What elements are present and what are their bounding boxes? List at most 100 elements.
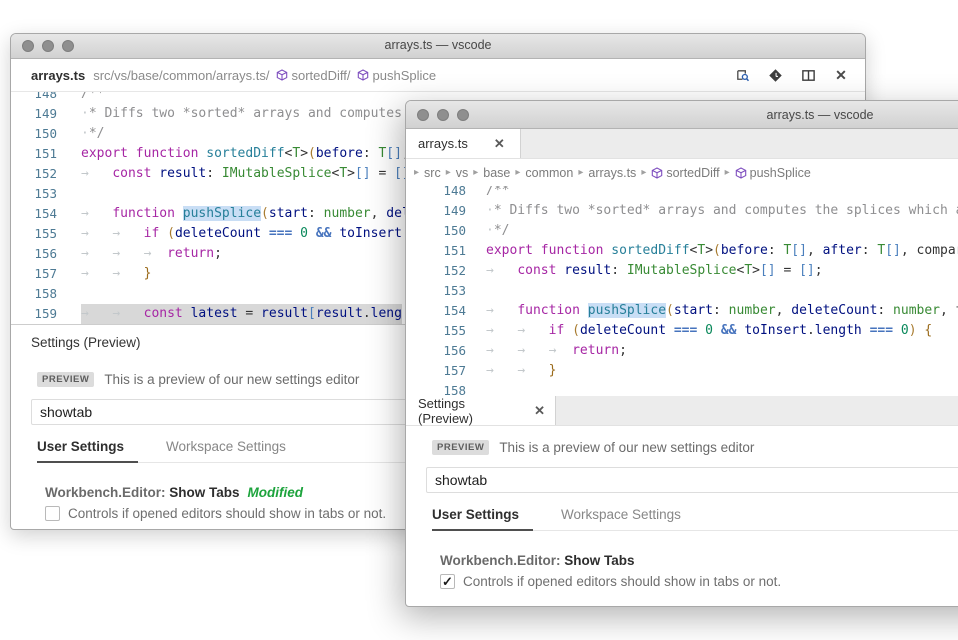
tab-close-icon[interactable]: ✕: [494, 136, 505, 152]
path-segment[interactable]: sortedDiff/: [292, 68, 351, 83]
line-number: 156: [11, 244, 57, 264]
chevron-right-icon: ▸: [641, 167, 646, 178]
editor-tab-bar: arrays.ts ✕: [406, 129, 958, 159]
tab-user-settings[interactable]: User Settings: [432, 507, 533, 531]
code-line: 150·*/: [406, 221, 958, 241]
line-content: /**: [466, 186, 509, 201]
breadcrumb-item[interactable]: pushSplice: [735, 166, 811, 180]
line-content: → → }: [466, 361, 556, 381]
show-tabs-checkbox[interactable]: ✓: [440, 574, 455, 589]
split-editor-icon[interactable]: [800, 67, 816, 83]
code-line: 152→ const result: IMutableSplice<T>[] =…: [406, 261, 958, 281]
titlebar[interactable]: arrays.ts — vscode: [406, 101, 958, 129]
chevron-right-icon: ▸: [515, 167, 520, 178]
path-segment[interactable]: pushSplice: [373, 68, 437, 83]
window-title: arrays.ts — vscode: [406, 108, 958, 122]
line-content: → → → return;: [466, 341, 627, 361]
show-tabs-checkbox[interactable]: [45, 506, 60, 521]
settings-search-input[interactable]: [426, 467, 958, 493]
line-number: 158: [11, 284, 57, 304]
line-number: 151: [11, 144, 57, 164]
tab-arrays-ts[interactable]: arrays.ts ✕: [406, 129, 521, 158]
vscode-window-front: arrays.ts — vscode arrays.ts ✕ ▸ src ▸ vs ▸ b…: [405, 100, 958, 607]
setting-description: Controls if opened editors should show i…: [68, 506, 386, 521]
line-content: [57, 284, 81, 304]
setting-name: Show Tabs: [169, 485, 239, 500]
line-content: → → if (deleteCount === 0 && toInsert.le…: [466, 321, 932, 341]
chevron-right-icon: ▸: [578, 167, 583, 178]
code-line: 151export function sortedDiff<T>(before:…: [406, 241, 958, 261]
settings-scope-tabs: User Settings Workspace Settings: [432, 507, 958, 531]
line-number: 149: [406, 201, 466, 221]
code-line: 154→ function pushSplice(start: number, …: [406, 301, 958, 321]
line-content: [57, 184, 81, 204]
line-number: 159: [11, 304, 57, 324]
tab-label: arrays.ts: [418, 136, 468, 151]
line-content: ·* Diffs two *sorted* arrays and compute…: [466, 201, 958, 221]
line-content: /**: [57, 92, 104, 104]
tab-user-settings[interactable]: User Settings: [37, 439, 138, 463]
code-line: 155→ → if (deleteCount === 0 && toInsert…: [406, 321, 958, 341]
tab-close-icon[interactable]: ✕: [534, 403, 545, 419]
code-editor[interactable]: 148/**149·* Diffs two *sorted* arrays an…: [406, 186, 958, 396]
line-number: 154: [11, 204, 57, 224]
breadcrumb-item[interactable]: src: [424, 166, 441, 180]
breadcrumb-item[interactable]: base: [483, 166, 510, 180]
preview-message: This is a preview of our new settings ed…: [104, 372, 359, 387]
setting-category: Workbench.Editor:: [45, 485, 166, 500]
breadcrumb-item[interactable]: sortedDiff: [651, 166, 719, 180]
preview-message: This is a preview of our new settings ed…: [499, 440, 754, 455]
line-number: 157: [406, 361, 466, 381]
chevron-right-icon: ▸: [725, 167, 730, 178]
breadcrumb-item[interactable]: vs: [456, 166, 469, 180]
editor-actions: ✕: [734, 67, 849, 83]
line-number: 157: [11, 264, 57, 284]
tab-settings-preview[interactable]: Settings (Preview) ✕: [406, 396, 556, 425]
line-number: 158: [406, 381, 466, 396]
code-line: 157→ → }: [406, 361, 958, 381]
editor-title-header: arrays.ts src/vs/base/common/arrays.ts/s…: [11, 59, 865, 92]
file-path-breadcrumb[interactable]: src/vs/base/common/arrays.ts/sortedDiff/…: [93, 68, 436, 83]
line-content: → → }: [57, 264, 151, 284]
line-number: 152: [11, 164, 57, 184]
line-content: export function sortedDiff<T>(before: T[…: [466, 241, 958, 261]
line-number: 154: [406, 301, 466, 321]
line-number: 148: [406, 186, 466, 201]
close-icon[interactable]: ✕: [833, 67, 849, 83]
window-title: arrays.ts — vscode: [11, 38, 865, 52]
path-segment[interactable]: src/vs/base/common/arrays.ts/: [93, 68, 269, 83]
tab-workspace-settings[interactable]: Workspace Settings: [166, 439, 286, 462]
line-number: 156: [406, 341, 466, 361]
modified-badge: Modified: [248, 485, 304, 500]
settings-editor: PREVIEW This is a preview of our new set…: [406, 426, 958, 589]
chevron-right-icon: ▸: [446, 167, 451, 178]
line-number: 150: [11, 124, 57, 144]
breadcrumb-item[interactable]: common: [525, 166, 573, 180]
line-number: 152: [406, 261, 466, 281]
line-number: 155: [406, 321, 466, 341]
titlebar[interactable]: arrays.ts — vscode: [11, 34, 865, 59]
line-content: → const result: IMutableSplice<T>[] = []…: [466, 261, 823, 281]
line-number: 150: [406, 221, 466, 241]
line-content: ·*/: [57, 124, 104, 144]
open-changes-icon[interactable]: [767, 67, 783, 83]
line-number: 153: [11, 184, 57, 204]
preview-badge: PREVIEW: [432, 440, 489, 455]
tab-workspace-settings[interactable]: Workspace Settings: [561, 507, 681, 530]
setting-name: Show Tabs: [564, 553, 634, 568]
breadcrumb-item[interactable]: arrays.ts: [588, 166, 636, 180]
symbol-function-icon: [357, 69, 369, 81]
line-content: → function pushSplice(start: number, del…: [466, 301, 958, 321]
chevron-right-icon: ▸: [473, 167, 478, 178]
line-content: [466, 281, 486, 301]
preview-badge: PREVIEW: [37, 372, 94, 387]
line-number: 148: [11, 92, 57, 104]
tab-label: Settings (Preview): [418, 396, 522, 426]
line-content: [466, 381, 486, 396]
code-line: 149·* Diffs two *sorted* arrays and comp…: [406, 201, 958, 221]
line-content: → → const latest = result[result.leng: [57, 304, 402, 324]
breadcrumb: ▸ src ▸ vs ▸ base ▸ common ▸ arrays.ts ▸ sortedDiff…: [406, 159, 958, 186]
line-number: 149: [11, 104, 57, 124]
open-preview-icon[interactable]: [734, 67, 750, 83]
line-content: → const result: IMutableSplice<T>[] = []…: [57, 164, 418, 184]
